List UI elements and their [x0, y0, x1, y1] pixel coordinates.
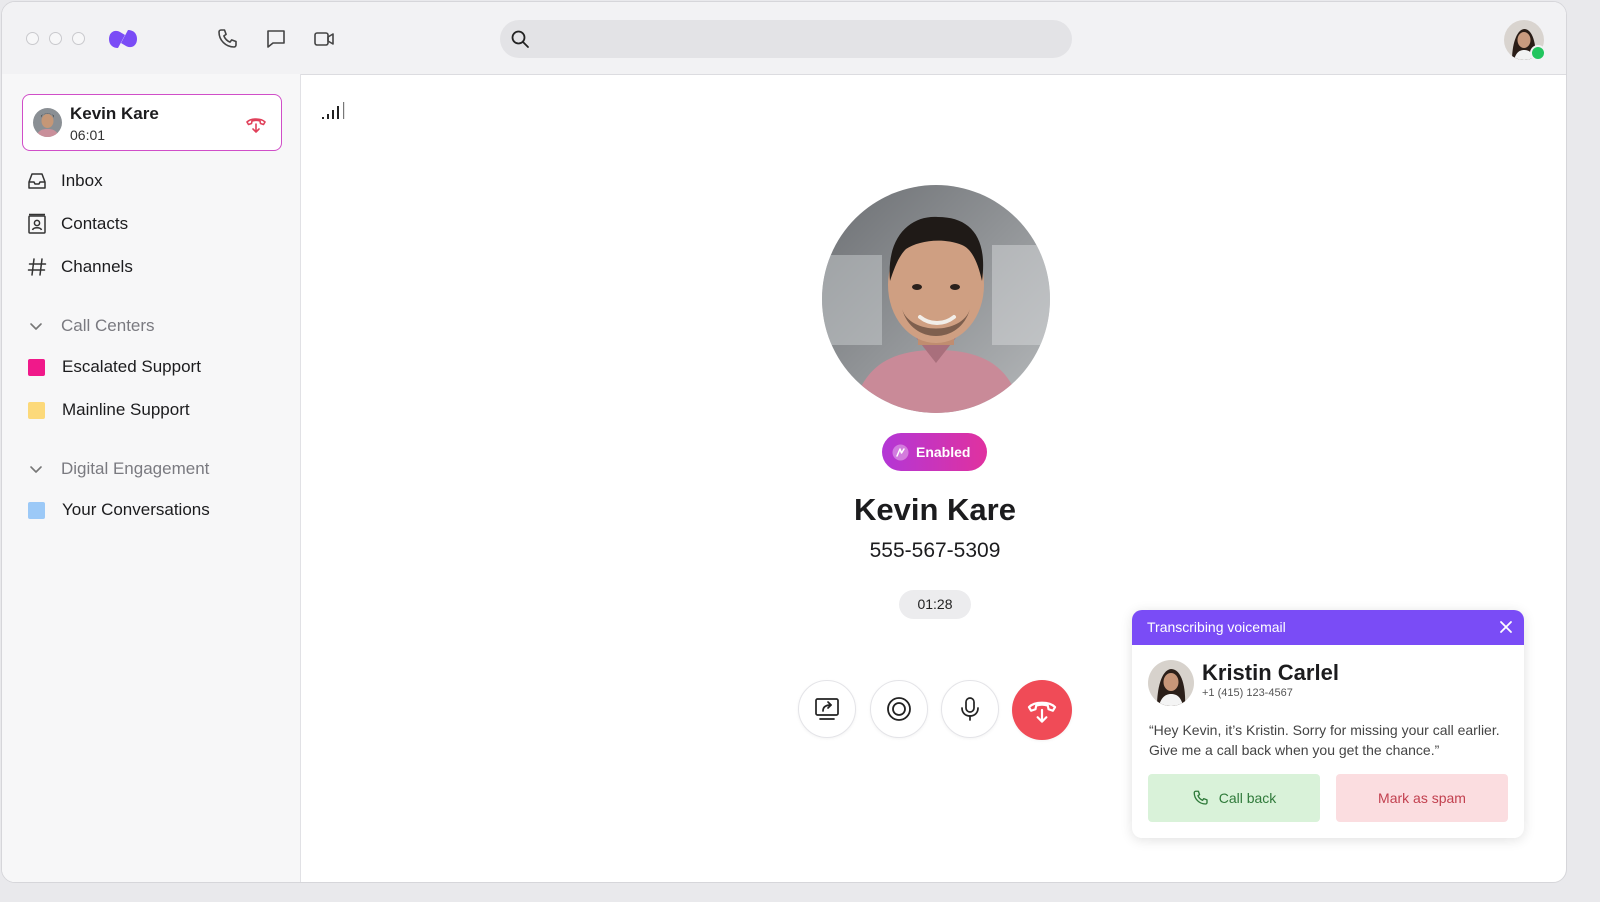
voicemail-caller-avatar: [1148, 660, 1194, 706]
window-close-button[interactable]: [26, 32, 39, 45]
window-maximize-button[interactable]: [72, 32, 85, 45]
voicemail-header: Transcribing voicemail: [1132, 610, 1524, 645]
sidebar-item-label: Contacts: [61, 214, 129, 233]
sidebar-item-label: Mainline Support: [62, 400, 190, 419]
color-swatch: [28, 401, 45, 419]
phone-icon[interactable]: [216, 27, 240, 51]
voicemail-transcript: “Hey Kevin, it’s Kristin. Sorry for miss…: [1149, 722, 1500, 758]
search-icon: [511, 30, 529, 48]
caller-number: 555-567-5309: [869, 539, 1001, 562]
app-window: Kevin Kare 06:01 Inbox Contacts Channels…: [1, 1, 1567, 883]
message-icon[interactable]: [264, 27, 288, 51]
active-call-card[interactable]: Kevin Kare 06:01: [22, 94, 282, 151]
sidebar-item-label: Channels: [61, 257, 133, 276]
contacts-icon: [26, 213, 48, 235]
title-bar: [2, 2, 1566, 75]
voicemail-caller-name: Kristin Carlel: [1202, 660, 1339, 685]
ai-badge-icon: [892, 444, 909, 460]
badge-label: Enabled: [916, 444, 971, 460]
app-logo-icon[interactable]: [106, 26, 140, 52]
video-icon[interactable]: [312, 27, 336, 51]
sidebar-item-label: Escalated Support: [62, 357, 201, 376]
signal-strength-icon: [322, 102, 345, 119]
mark-as-spam-button[interactable]: Mark as spam: [1336, 774, 1508, 822]
caller-name: Kevin Kare: [854, 492, 1016, 527]
sidebar-item-label: Inbox: [61, 171, 103, 190]
status-badge: Enabled: [882, 433, 987, 471]
active-call-timer: 06:01: [70, 127, 106, 143]
online-status-indicator: [1530, 45, 1546, 61]
user-avatar[interactable]: [1504, 20, 1546, 61]
section-call-centers[interactable]: Call Centers: [28, 316, 155, 336]
sidebar-item-channels[interactable]: Channels: [26, 256, 133, 278]
chevron-down-icon: [30, 466, 42, 473]
caller-avatar: [33, 108, 62, 137]
call-back-button[interactable]: Call back: [1148, 774, 1320, 822]
window-controls: [26, 32, 85, 45]
voicemail-caller-phone: +1 (415) 123-4567: [1202, 687, 1293, 699]
section-label: Call Centers: [61, 316, 155, 335]
section-digital-engagement[interactable]: Digital Engagement: [28, 459, 209, 479]
call-back-label: Call back: [1218, 790, 1277, 806]
sidebar: Kevin Kare 06:01 Inbox Contacts Channels…: [2, 74, 301, 882]
voicemail-header-title: Transcribing voicemail: [1147, 619, 1286, 635]
voicemail-card: Transcribing voicemail Kristin Carlel +1…: [1132, 610, 1524, 838]
hash-icon: [26, 256, 48, 278]
section-label: Digital Engagement: [61, 459, 210, 478]
end-call-button[interactable]: [1012, 680, 1072, 740]
call-duration: 01:28: [899, 590, 971, 619]
chevron-down-icon: [30, 323, 42, 330]
microphone-icon: [961, 697, 979, 721]
caller-photo: [822, 185, 1050, 413]
end-call-icon: [1027, 701, 1057, 723]
window-minimize-button[interactable]: [49, 32, 62, 45]
search-bar[interactable]: [500, 20, 1072, 60]
sidebar-item-inbox[interactable]: Inbox: [26, 170, 103, 192]
screen-share-button[interactable]: [798, 680, 856, 738]
color-swatch: [28, 358, 45, 376]
active-call-name: Kevin Kare: [70, 104, 159, 123]
search-input[interactable]: [542, 20, 1056, 60]
mute-button[interactable]: [941, 680, 999, 738]
phone-icon: [1193, 790, 1208, 805]
sidebar-item-mainline-support[interactable]: Mainline Support: [26, 400, 190, 420]
record-icon: [887, 697, 911, 721]
inbox-icon: [26, 170, 48, 192]
sidebar-item-contacts[interactable]: Contacts: [26, 213, 128, 235]
screen-share-icon: [815, 698, 839, 720]
close-icon[interactable]: [1498, 619, 1514, 635]
sidebar-item-escalated-support[interactable]: Escalated Support: [26, 357, 201, 377]
hang-up-icon[interactable]: [245, 113, 267, 135]
record-button[interactable]: [870, 680, 928, 738]
mark-as-spam-label: Mark as spam: [1378, 790, 1466, 806]
